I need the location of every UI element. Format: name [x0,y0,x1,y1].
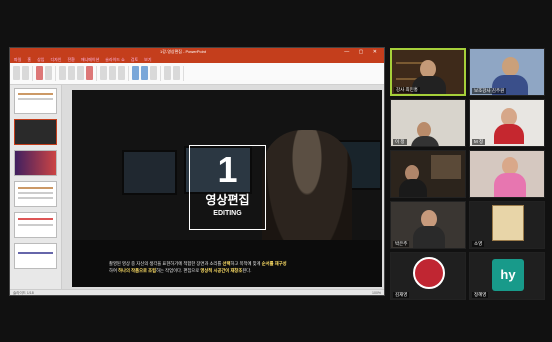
tab-transitions[interactable]: 전환 [67,56,74,63]
participant-tile[interactable]: 이 정 [390,99,466,147]
slide-thumbnail[interactable] [14,243,57,269]
tab-design[interactable]: 디자인 [50,56,61,63]
tab-animations[interactable]: 애니메이션 [81,56,99,63]
ppt-body: 1 영상편집 EDITING 촬영된 영상 중 자신의 생각을 표현하기에 적합… [10,85,384,289]
caption-text: 하고 목적에 맞게 [230,261,262,266]
ppt-title-bar: 1강-영상편집 - PowerPoint — ▢ ✕ [10,48,384,56]
slide-thumbnail[interactable] [14,212,57,238]
ppt-ribbon [10,63,384,85]
zoom-meeting-window: 1강-영상편집 - PowerPoint — ▢ ✕ 파일 홈 삽입 디자인 전… [0,0,552,342]
paste-icon[interactable] [13,66,20,80]
drawing-group [132,66,161,81]
participant-profile-picture [413,257,445,289]
tab-view[interactable]: 보기 [144,56,151,63]
participant-name: 소영 [472,241,485,247]
tab-slideshow[interactable]: 슬라이드 쇼 [105,56,125,63]
participant-tile[interactable]: M 정 [469,99,545,147]
participant-name: 강사 최민홍 [394,87,420,93]
shared-screen-powerpoint: 1강-영상편집 - PowerPoint — ▢ ✕ 파일 홈 삽입 디자인 전… [9,47,385,296]
participant-profile-picture [492,205,524,241]
font-group [59,66,97,81]
participant-tile[interactable]: hy 정혜영 [469,252,545,300]
font-color-icon[interactable] [86,66,93,80]
participant-avatar-initials: hy [492,259,524,291]
arrange-icon[interactable] [141,66,148,80]
quick-styles-icon[interactable] [150,66,157,80]
slide-thumbnail-pane [10,85,62,289]
bold-icon[interactable] [59,66,66,80]
slide-thumbnail[interactable] [14,150,57,176]
new-slide-icon[interactable] [36,66,43,80]
slides-group [36,66,56,81]
ppt-window-title: 1강-영상편집 - PowerPoint [160,49,206,54]
participant-tile[interactable]: 소영 [469,201,545,249]
replace-icon[interactable] [173,66,180,80]
align-left-icon[interactable] [100,66,107,80]
participant-tile[interactable]: 보조강사 김주원 [469,48,545,96]
slide-title-korean: 영상편집 [205,193,250,207]
slide-thumbnail[interactable] [14,181,57,207]
participant-tile[interactable] [390,150,466,198]
underline-icon[interactable] [77,66,84,80]
slide-canvas[interactable]: 1 영상편집 EDITING 촬영된 영상 중 자신의 생각을 표현하기에 적합… [62,85,384,289]
participant-name: 이 정 [393,139,407,145]
tab-home[interactable]: 홈 [27,56,31,63]
find-icon[interactable] [164,66,171,80]
caption-text: 된다. [242,268,252,273]
participant-tile[interactable] [469,150,545,198]
slide-number: 1 [217,149,238,190]
ppt-ribbon-tabs: 파일 홈 삽입 디자인 전환 애니메이션 슬라이드 쇼 검토 보기 [10,56,384,63]
participant-name: M 정 [472,139,486,145]
caption-text: 하는 작업이다. 편집으로 [156,268,201,273]
participant-name: 박은주 [393,241,410,247]
participant-tile[interactable]: 김재영 [390,252,466,300]
participant-tile[interactable]: 강사 최민홍 [390,48,466,96]
participant-name: 보조강사 김주원 [472,88,507,94]
caption-text: 촬영된 영상 중 자신의 생각을 표현하기에 적합한 장면과 소리를 [109,261,223,266]
shapes-icon[interactable] [132,66,139,80]
slide-title-box: 1 영상편집 EDITING [189,145,266,230]
align-center-icon[interactable] [109,66,116,80]
cut-icon[interactable] [22,66,29,80]
tab-insert[interactable]: 삽입 [37,56,44,63]
participant-name: 정혜영 [472,292,489,298]
editing-group [164,66,184,81]
slide-caption: 촬영된 영상 중 자신의 생각을 표현하기에 적합한 장면과 소리를 선택하고 … [109,260,379,274]
slide-thumbnail[interactable] [14,119,57,145]
slide-counter: 슬라이드 1/18 [13,291,34,295]
ppt-status-bar: 슬라이드 1/18 100% [10,289,384,295]
window-controls[interactable]: — ▢ ✕ [344,49,381,55]
slide-thumbnail[interactable] [14,88,57,114]
current-slide: 1 영상편집 EDITING 촬영된 영상 중 자신의 생각을 표현하기에 적합… [72,90,382,287]
bullets-icon[interactable] [118,66,125,80]
caption-highlight: 영상적 시공간이 재창조 [200,268,243,273]
paragraph-group [100,66,129,81]
zoom-level[interactable]: 100% [372,290,381,296]
participant-name: 김재영 [393,292,410,298]
caption-text: 하여 [109,268,119,273]
caption-highlight: 하나의 작품으로 조립 [118,268,157,273]
participant-tile[interactable]: 박은주 [390,201,466,249]
slide-title-english: EDITING [213,210,242,217]
tab-review[interactable]: 검토 [131,56,138,63]
caption-highlight: 순서를 재구성 [261,261,287,266]
italic-icon[interactable] [68,66,75,80]
clipboard-group [13,66,33,81]
layout-icon[interactable] [45,66,52,80]
tab-file[interactable]: 파일 [14,56,21,63]
